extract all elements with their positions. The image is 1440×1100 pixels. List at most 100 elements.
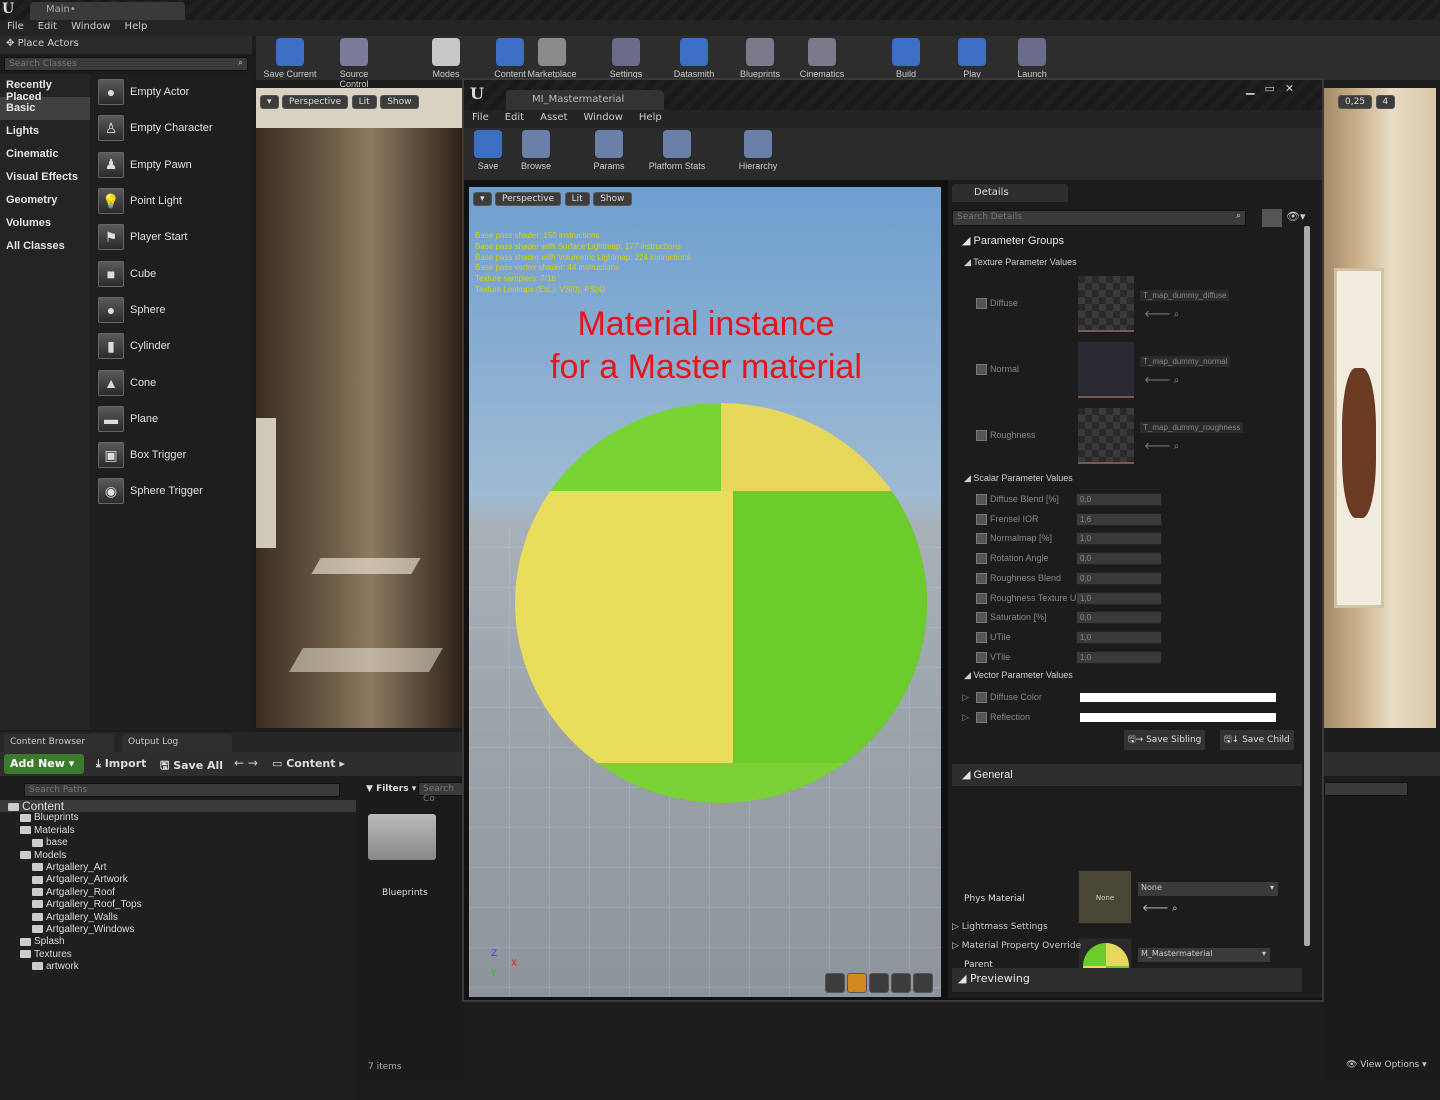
lit-button[interactable]: Lit: [351, 95, 377, 109]
eye-icon[interactable]: 👁▾: [1286, 210, 1306, 223]
override-checkbox[interactable]: [976, 612, 987, 624]
actor-item[interactable]: ▲ Cone: [90, 364, 252, 400]
override-checkbox[interactable]: [976, 572, 987, 584]
unreal-logo-icon[interactable]: U: [2, 1, 22, 19]
source-control-button[interactable]: Source Control: [324, 38, 384, 89]
camera-speed-button[interactable]: 4: [1375, 95, 1396, 109]
details-tab[interactable]: Details: [952, 184, 1068, 202]
menu-edit[interactable]: Edit: [497, 110, 532, 125]
phys-material-dropdown[interactable]: None ▾: [1138, 882, 1278, 896]
zoom-readout[interactable]: 0,25: [1338, 95, 1373, 109]
scalar-value-input[interactable]: 0,0: [1076, 493, 1162, 506]
scalar-value-input[interactable]: 1,6: [1076, 512, 1162, 526]
level-viewport-right[interactable]: [1324, 88, 1436, 728]
category-item[interactable]: Cinematic: [0, 143, 90, 166]
scalar-value-input[interactable]: 1,0: [1076, 650, 1162, 664]
color-swatch[interactable]: [1080, 713, 1276, 722]
folder-tree-item[interactable]: base: [0, 837, 356, 849]
folder-tree-item[interactable]: Artgallery_Roof_Tops: [0, 899, 356, 911]
folder-blueprints-icon[interactable]: [368, 814, 436, 860]
material-property-override-row[interactable]: ▷ Material Property Override: [952, 941, 1081, 951]
search-content-input[interactable]: Search Co: [418, 782, 464, 804]
expand-icon[interactable]: ▷: [962, 692, 969, 703]
scalar-param-header[interactable]: ◢ Scalar Parameter Values: [952, 473, 1302, 484]
search-assets-input[interactable]: [1324, 782, 1408, 796]
save-sibling-button[interactable]: 🖫→ Save Sibling: [1124, 730, 1206, 750]
settings-button[interactable]: Settings: [596, 38, 656, 79]
perspective-button[interactable]: Perspective: [495, 192, 562, 206]
folder-tree-item[interactable]: Content: [0, 800, 356, 813]
property-matrix-icon[interactable]: [1262, 209, 1282, 227]
save-current-button[interactable]: Save Current: [260, 38, 320, 79]
path-breadcrumb[interactable]: ▭ Content ▸: [272, 757, 345, 770]
texture-name[interactable]: T_map_dummy_roughness: [1140, 422, 1244, 433]
folder-tree-item[interactable]: artwork: [0, 961, 356, 973]
actor-item[interactable]: ⚑ Player Start: [90, 219, 252, 255]
me-save-button[interactable]: Save: [468, 130, 508, 171]
scalar-value-input[interactable]: 0,0: [1076, 611, 1162, 625]
cinematics-button[interactable]: Cinematics: [792, 38, 852, 79]
me-params-button[interactable]: Params: [584, 130, 634, 171]
parameter-groups-header[interactable]: ◢ Parameter Groups: [952, 230, 1302, 252]
marketplace-button[interactable]: Marketplace: [522, 38, 582, 79]
use-browse-icons[interactable]: 🡐 ⌕: [1142, 902, 1178, 914]
override-checkbox[interactable]: [976, 364, 987, 375]
viewport-options-button[interactable]: ▾: [473, 192, 492, 206]
folder-tree-item[interactable]: Materials: [0, 825, 356, 837]
main-level-tab[interactable]: Main•: [30, 2, 185, 20]
folder-tree-item[interactable]: Artgallery_Roof: [0, 887, 356, 899]
actor-item[interactable]: ▮ Cylinder: [90, 328, 252, 364]
vector-param-header[interactable]: ◢ Vector Parameter Values: [952, 670, 1302, 681]
scalar-value-input[interactable]: 0,0: [1076, 571, 1162, 585]
folder-tree-item[interactable]: Artgallery_Walls: [0, 912, 356, 924]
override-checkbox[interactable]: [976, 513, 987, 525]
general-header[interactable]: ◢ General: [952, 764, 1302, 786]
nav-arrows-icon[interactable]: ← →: [234, 756, 258, 770]
actor-item[interactable]: ● Sphere: [90, 292, 252, 328]
show-button[interactable]: Show: [593, 192, 632, 206]
datasmith-button[interactable]: Datasmith: [664, 38, 724, 79]
menu-window[interactable]: Window: [64, 20, 117, 33]
texture-name[interactable]: T_map_dummy_diffuse: [1140, 290, 1230, 301]
import-button[interactable]: ⤓ Import: [96, 757, 146, 771]
folder-tree-item[interactable]: Artgallery_Artwork: [0, 874, 356, 886]
override-checkbox[interactable]: [976, 712, 987, 723]
actor-item[interactable]: ◉ Sphere Trigger: [90, 473, 252, 509]
override-checkbox[interactable]: [976, 494, 987, 505]
modes-button[interactable]: Modes: [416, 38, 476, 79]
folder-tree-item[interactable]: Models: [0, 850, 356, 862]
blueprints-button[interactable]: Blueprints: [730, 38, 790, 79]
me-browse-button[interactable]: Browse: [510, 130, 562, 171]
me-platform-stats-button[interactable]: Platform Stats: [634, 130, 720, 171]
cube-preview-icon[interactable]: [891, 973, 911, 993]
category-item[interactable]: Visual Effects: [0, 166, 90, 189]
category-item[interactable]: Lights: [0, 120, 90, 143]
menu-window[interactable]: Window: [575, 110, 630, 125]
texture-param-header[interactable]: ◢ Texture Parameter Values: [952, 257, 1302, 268]
override-checkbox[interactable]: [976, 592, 987, 604]
menu-file[interactable]: File: [0, 20, 31, 33]
lightmass-settings-row[interactable]: ▷ Lightmass Settings: [952, 922, 1048, 932]
texture-thumbnail[interactable]: [1078, 408, 1134, 464]
save-child-button[interactable]: 🖫↓ Save Child: [1220, 730, 1294, 750]
folder-tree-item[interactable]: Artgallery_Art: [0, 862, 356, 874]
sphere-preview-icon[interactable]: [847, 973, 867, 993]
folder-tree-item[interactable]: Splash: [0, 936, 356, 948]
phys-material-thumbnail[interactable]: None: [1078, 870, 1132, 924]
tab-content-browser[interactable]: Content Browser: [4, 734, 114, 752]
previewing-header[interactable]: ◢ Previewing: [952, 968, 1302, 992]
mesh-preview-icon[interactable]: [913, 973, 933, 993]
perspective-button[interactable]: Perspective: [282, 95, 349, 109]
play-button[interactable]: Play: [942, 38, 1002, 79]
add-new-button[interactable]: Add New ▾: [4, 754, 84, 774]
search-paths-input[interactable]: Search Paths: [24, 783, 340, 797]
actor-item[interactable]: 💡 Point Light: [90, 183, 252, 219]
override-checkbox[interactable]: [976, 430, 987, 441]
category-item[interactable]: Volumes: [0, 212, 90, 235]
actor-item[interactable]: ♙ Empty Character: [90, 110, 252, 146]
actor-item[interactable]: ♟ Empty Pawn: [90, 147, 252, 183]
scalar-value-input[interactable]: 1,0: [1076, 591, 1162, 605]
details-scrollbar[interactable]: [1304, 226, 1310, 946]
scalar-value-input[interactable]: 1,0: [1076, 630, 1162, 644]
category-item[interactable]: All Classes: [0, 235, 90, 258]
